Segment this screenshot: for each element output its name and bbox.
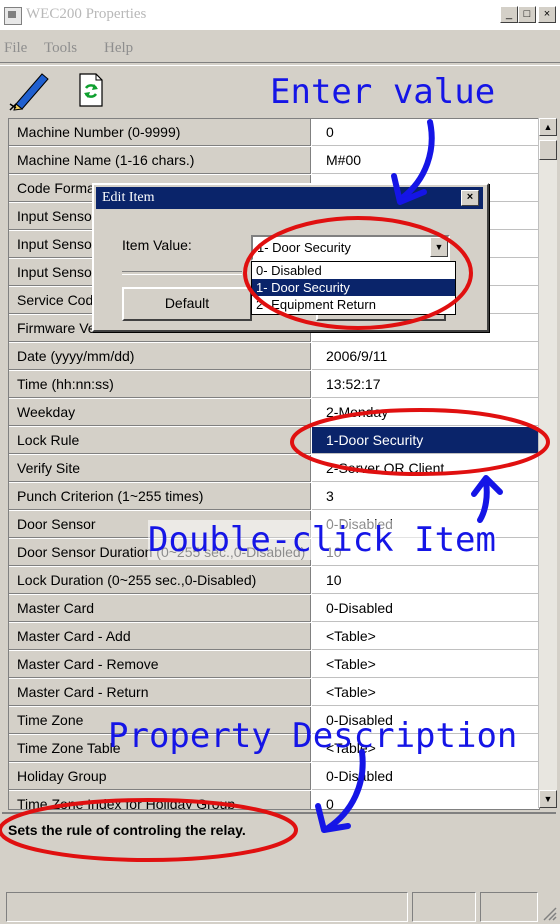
property-value[interactable]: 2-Monday [312, 399, 539, 426]
scroll-up-button[interactable]: ▲ [539, 118, 557, 136]
annotation-property-description: Property Description [108, 716, 518, 756]
property-name: Holiday Group [9, 763, 311, 790]
property-value[interactable]: M#00 [312, 147, 539, 174]
table-row[interactable]: Time (hh:nn:ss) 13:52:17 [9, 371, 539, 399]
property-value[interactable]: <Table> [312, 679, 539, 706]
property-value[interactable]: 10 [312, 567, 539, 594]
property-value[interactable]: 13:52:17 [312, 371, 539, 398]
status-bar [0, 890, 560, 924]
property-name: Master Card - Add [9, 623, 311, 650]
toolbar-separator [0, 62, 560, 66]
vertical-scrollbar[interactable]: ▲ ▼ [538, 118, 557, 808]
property-name: Master Card - Return [9, 679, 311, 706]
menu-bar: File Tools Help [0, 36, 560, 60]
dialog-close-button[interactable]: × [461, 190, 479, 206]
property-name: Date (yyyy/mm/dd) [9, 343, 311, 370]
dialog-title: Edit Item [102, 190, 155, 205]
resize-grip-icon[interactable] [540, 904, 558, 922]
dropdown-option-selected[interactable]: 1- Door Security [252, 279, 455, 296]
property-name: Machine Name (1-16 chars.) [9, 147, 311, 174]
table-row[interactable]: Master Card - Return <Table> [9, 679, 539, 707]
property-value[interactable]: 1-Door Security [312, 427, 539, 454]
table-row[interactable]: Date (yyyy/mm/dd) 2006/9/11 [9, 343, 539, 371]
chevron-down-icon[interactable]: ▼ [430, 237, 448, 257]
app-icon [4, 7, 22, 25]
property-name: Master Card [9, 595, 311, 622]
property-name: Lock Rule [9, 427, 311, 454]
table-row[interactable]: Master Card - Remove <Table> [9, 651, 539, 679]
property-name: Machine Number (0-9999) [9, 119, 311, 146]
property-value[interactable]: 0-Disabled [312, 595, 539, 622]
maximize-button[interactable]: □ [518, 6, 536, 23]
item-value-label: Item Value: [122, 237, 192, 253]
property-value[interactable]: 3 [312, 483, 539, 510]
dialog-title-bar: Edit Item × [96, 187, 483, 209]
property-value[interactable]: 2006/9/11 [312, 343, 539, 370]
dialog-separator [122, 271, 242, 275]
item-value-select[interactable]: 1- Door Security ▼ [251, 235, 450, 261]
property-value[interactable]: <Table> [312, 623, 539, 650]
property-name: Verify Site [9, 455, 311, 482]
edit-item-dialog: Edit Item × Item Value: 1- Door Security… [92, 183, 489, 332]
table-row[interactable]: Verify Site 2-Server OR Client [9, 455, 539, 483]
property-name: Weekday [9, 399, 311, 426]
property-value[interactable]: 0 [312, 791, 539, 809]
item-value-selected: 1- Door Security [257, 240, 351, 255]
title-bar: WEC200 Properties _ □ × [0, 0, 560, 30]
description-panel: Sets the rule of controling the relay. [2, 812, 556, 890]
description-text: Sets the rule of controling the relay. [8, 822, 246, 838]
property-name: Time Zone Index for Holiday Group [9, 791, 311, 809]
property-name: Lock Duration (0~255 sec.,0-Disabled) [9, 567, 311, 594]
property-value[interactable]: 0-Disabled [312, 763, 539, 790]
window-title: WEC200 Properties [26, 6, 147, 22]
menu-tools[interactable]: Tools [44, 40, 77, 57]
status-pane-2 [412, 892, 476, 922]
menu-file[interactable]: File [4, 40, 27, 57]
annotation-double-click: Double-click Item [148, 520, 496, 560]
table-row[interactable]: Lock Rule 1-Door Security [9, 427, 539, 455]
table-row[interactable]: Time Zone Index for Holiday Group 0 [9, 791, 539, 809]
default-button[interactable]: Default [122, 287, 252, 321]
table-row[interactable]: Holiday Group 0-Disabled [9, 763, 539, 791]
item-value-dropdown: 0- Disabled 1- Door Security 2- Equipmen… [251, 261, 456, 315]
table-row[interactable]: Master Card - Add <Table> [9, 623, 539, 651]
property-name: Master Card - Remove [9, 651, 311, 678]
menu-help[interactable]: Help [104, 40, 133, 57]
table-row[interactable]: Master Card 0-Disabled [9, 595, 539, 623]
scroll-thumb[interactable] [539, 140, 557, 160]
table-row[interactable]: Weekday 2-Monday [9, 399, 539, 427]
table-row[interactable]: Punch Criterion (1~255 times) 3 [9, 483, 539, 511]
property-value[interactable]: 0 [312, 119, 539, 146]
dropdown-option[interactable]: 2- Equipment Return [252, 296, 455, 313]
property-value[interactable]: 2-Server OR Client [312, 455, 539, 482]
properties-window: WEC200 Properties _ □ × File Tools Help … [0, 0, 560, 924]
status-pane-3 [480, 892, 538, 922]
property-name: Time (hh:nn:ss) [9, 371, 311, 398]
table-row[interactable]: Machine Name (1-16 chars.) M#00 [9, 147, 539, 175]
property-value[interactable]: <Table> [312, 651, 539, 678]
status-pane-main [6, 892, 408, 922]
table-row[interactable]: Lock Duration (0~255 sec.,0-Disabled) 10 [9, 567, 539, 595]
pen-icon[interactable] [8, 68, 54, 112]
dropdown-option[interactable]: 0- Disabled [252, 262, 455, 279]
property-name: Punch Criterion (1~255 times) [9, 483, 311, 510]
table-row[interactable]: Machine Number (0-9999) 0 [9, 119, 539, 147]
scroll-down-button[interactable]: ▼ [539, 790, 557, 808]
close-button[interactable]: × [538, 6, 556, 23]
minimize-button[interactable]: _ [500, 6, 518, 23]
annotation-enter-value: Enter value [270, 72, 496, 112]
refresh-document-icon[interactable] [70, 68, 110, 112]
